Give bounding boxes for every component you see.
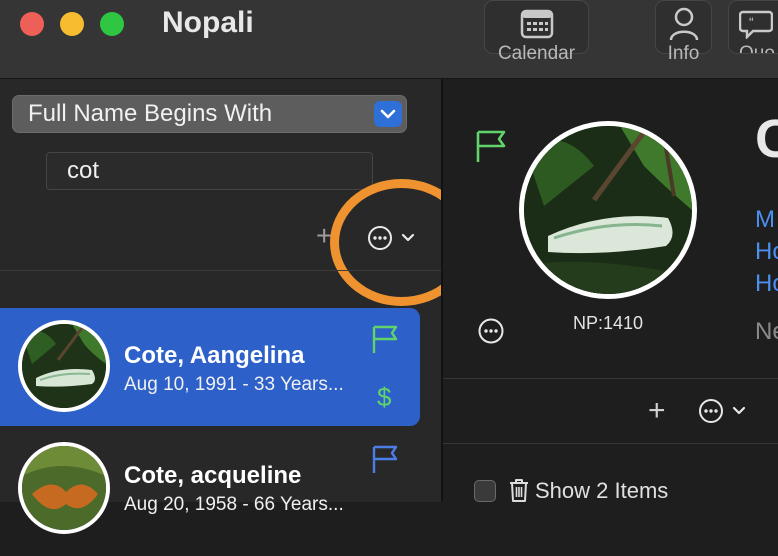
- flag-icon[interactable]: [370, 324, 402, 354]
- quote-button[interactable]: “ Quo: [728, 0, 778, 54]
- show-items-checkbox[interactable]: [474, 480, 496, 502]
- record-heading: C: [755, 109, 778, 169]
- detail-link-1[interactable]: M: [755, 206, 775, 234]
- show-items-label: Show 2 Items: [535, 478, 669, 503]
- calendar-icon: [520, 9, 554, 39]
- detail-field-text: Ne: [755, 318, 778, 345]
- quote-label: Quo: [739, 43, 775, 54]
- close-window-button[interactable]: [20, 12, 44, 36]
- detail-divider: [443, 378, 778, 379]
- filter-mode-label: Full Name Begins With: [28, 100, 273, 127]
- record-subtitle: Aug 20, 1958 - 66 Years...: [124, 494, 344, 515]
- chevron-down-icon: [732, 406, 746, 415]
- avatar: [18, 442, 110, 534]
- ellipsis-circle-icon: [699, 399, 723, 423]
- record-row-selected[interactable]: Cote, Aangelina Aug 10, 1991 - 33 Years.…: [0, 308, 420, 426]
- record-photo[interactable]: [519, 121, 697, 299]
- calendar-label: Calendar: [497, 43, 576, 64]
- window-title: Nopali: [162, 6, 254, 39]
- flag-icon[interactable]: [370, 444, 402, 474]
- paid-badge: $: [377, 382, 392, 412]
- item-actions-button[interactable]: [697, 397, 749, 425]
- record-id: NP:1410: [572, 313, 644, 333]
- detail-divider: [443, 443, 778, 444]
- zoom-window-button[interactable]: [100, 12, 124, 36]
- search-input[interactable]: [46, 152, 373, 190]
- minimize-window-button[interactable]: [60, 12, 84, 36]
- svg-text:“: “: [749, 14, 754, 30]
- ellipsis-circle-icon[interactable]: [477, 317, 505, 345]
- chevron-down-icon: [374, 101, 402, 127]
- calendar-button[interactable]: Calendar: [484, 0, 589, 64]
- avatar: [18, 320, 110, 412]
- quote-bubble-icon: “: [739, 10, 773, 39]
- filter-mode-select[interactable]: Full Name Begins With: [12, 95, 407, 133]
- info-label: Info: [667, 43, 700, 64]
- trash-icon[interactable]: [508, 478, 530, 502]
- detail-link-2[interactable]: Ho: [755, 238, 778, 266]
- info-button[interactable]: Info: [655, 0, 712, 64]
- record-subtitle: Aug 10, 1991 - 33 Years...: [124, 374, 344, 395]
- record-row[interactable]: Cote, acqueline Aug 20, 1958 - 66 Years.…: [0, 438, 420, 556]
- detail-link-3[interactable]: Ho: [755, 270, 778, 298]
- person-icon: [669, 7, 699, 41]
- add-item-button[interactable]: +: [648, 396, 666, 426]
- record-name: Cote, acqueline: [124, 462, 302, 489]
- record-name: Cote, Aangelina: [124, 342, 305, 369]
- sidebar-divider: [0, 270, 441, 271]
- flag-icon[interactable]: [474, 128, 510, 164]
